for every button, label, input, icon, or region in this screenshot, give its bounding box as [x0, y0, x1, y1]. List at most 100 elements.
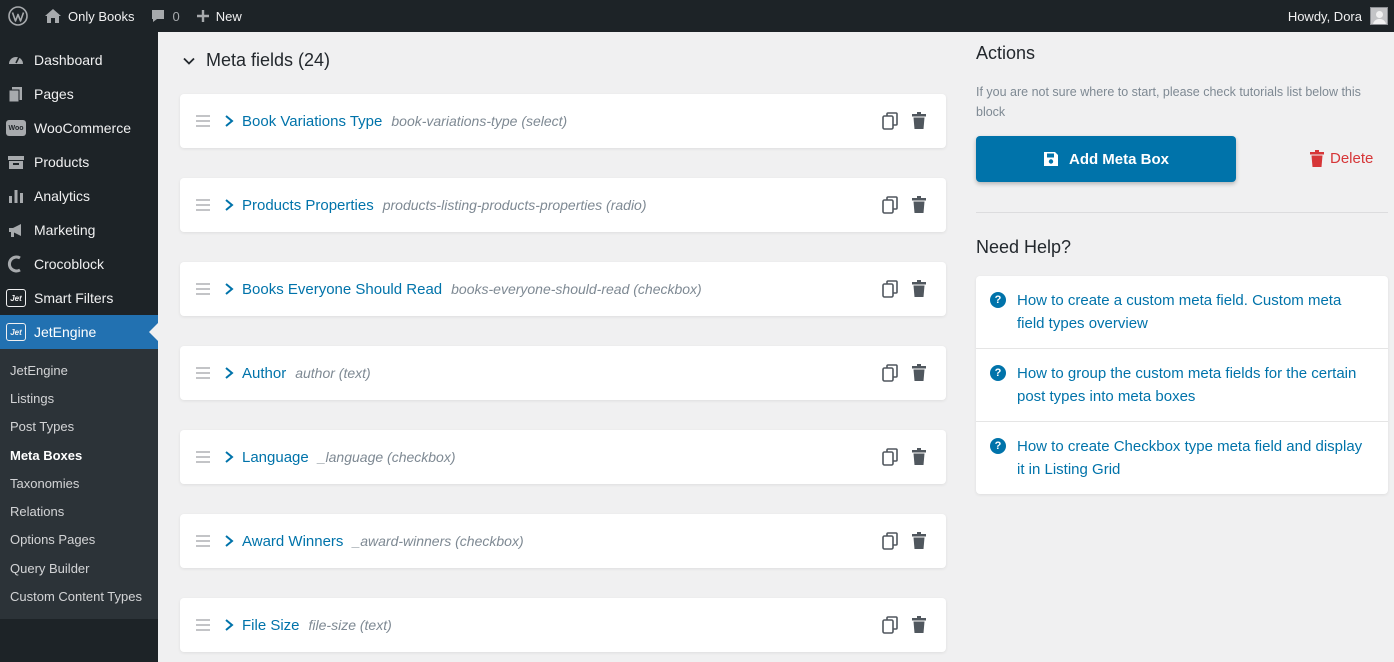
drag-handle-icon[interactable]	[196, 115, 210, 127]
field-name-link[interactable]: Products Properties	[242, 197, 374, 214]
sidebar-item-marketing[interactable]: Marketing	[0, 213, 158, 247]
field-slug: file-size (text)	[308, 617, 392, 633]
meta-field-row: Book Variations Type book-variations-typ…	[180, 94, 946, 148]
add-meta-box-label: Add Meta Box	[1068, 150, 1169, 168]
help-title: Need Help?	[976, 237, 1072, 257]
chevron-right-icon[interactable]	[224, 114, 234, 128]
field-slug: _award-winners (checkbox)	[352, 533, 524, 549]
sidebar-item-products[interactable]: Products	[0, 145, 158, 179]
sidebar-item-dashboard[interactable]: Dashboard	[0, 43, 158, 77]
site-name-link[interactable]: Only Books	[36, 0, 142, 32]
home-icon	[44, 8, 62, 24]
sidebar-item-smart-filters[interactable]: Jet Smart Filters	[0, 281, 158, 315]
help-link[interactable]: ? How to create Checkbox type meta field…	[976, 422, 1388, 494]
field-slug: author (text)	[295, 365, 371, 381]
meta-field-row: Books Everyone Should Read books-everyon…	[180, 262, 946, 316]
trash-icon[interactable]	[912, 112, 926, 130]
submenu-item-taxonomies[interactable]: Taxonomies	[0, 469, 158, 497]
copy-icon[interactable]	[882, 532, 898, 550]
trash-icon[interactable]	[912, 532, 926, 550]
help-links: ? How to create a custom meta field. Cus…	[976, 276, 1388, 494]
sidebar-item-label: Marketing	[34, 222, 96, 238]
sidebar-item-label: Pages	[34, 86, 74, 102]
wordpress-logo-button[interactable]	[0, 0, 36, 32]
crocoblock-icon	[6, 254, 26, 274]
delete-button[interactable]: Delete	[1310, 146, 1373, 170]
question-icon: ?	[990, 438, 1006, 454]
copy-icon[interactable]	[882, 196, 898, 214]
sidebar-item-label: Crocoblock	[34, 256, 105, 272]
admin-bar: Only Books 0 New Howdy, Dora	[0, 0, 1394, 32]
save-icon	[1043, 151, 1059, 167]
chevron-right-icon[interactable]	[224, 366, 234, 380]
drag-handle-icon[interactable]	[196, 367, 210, 379]
pages-icon	[6, 84, 26, 104]
meta-field-row: Award Winners _award-winners (checkbox)	[180, 514, 946, 568]
copy-icon[interactable]	[882, 280, 898, 298]
sidebar-item-label: WooCommerce	[34, 120, 131, 136]
submenu-item-meta-boxes[interactable]: Meta Boxes	[0, 441, 158, 469]
field-name-link[interactable]: Award Winners	[242, 533, 343, 550]
submenu-item-options-pages[interactable]: Options Pages	[0, 526, 158, 554]
help-link[interactable]: ? How to group the custom meta fields fo…	[976, 349, 1388, 422]
chevron-right-icon[interactable]	[224, 282, 234, 296]
field-name-link[interactable]: Author	[242, 365, 286, 382]
drag-handle-icon[interactable]	[196, 283, 210, 295]
sidebar-item-crocoblock[interactable]: Crocoblock	[0, 247, 158, 281]
sidebar-item-pages[interactable]: Pages	[0, 77, 158, 111]
products-icon	[6, 152, 26, 172]
trash-icon	[1310, 149, 1324, 167]
chevron-right-icon[interactable]	[224, 534, 234, 548]
meta-field-row: Language _language (checkbox)	[180, 430, 946, 484]
submenu-item-query-builder[interactable]: Query Builder	[0, 554, 158, 582]
delete-label: Delete	[1330, 149, 1374, 167]
sidebar-item-label: Smart Filters	[34, 290, 114, 306]
jet-icon: Jet	[6, 288, 26, 308]
question-icon: ?	[990, 365, 1006, 381]
submenu-item-post-types[interactable]: Post Types	[0, 413, 158, 441]
help-link-text: How to create a custom meta field. Custo…	[1017, 292, 1342, 332]
drag-handle-icon[interactable]	[196, 535, 210, 547]
drag-handle-icon[interactable]	[196, 619, 210, 631]
trash-icon[interactable]	[912, 616, 926, 634]
copy-icon[interactable]	[882, 364, 898, 382]
megaphone-icon	[6, 220, 26, 240]
plus-icon	[196, 9, 210, 23]
site-name: Only Books	[68, 8, 135, 24]
copy-icon[interactable]	[882, 448, 898, 466]
help-link[interactable]: ? How to create a custom meta field. Cus…	[976, 276, 1388, 349]
meta-field-row: File Size file-size (text)	[180, 598, 946, 652]
account-menu[interactable]: Howdy, Dora	[1280, 0, 1388, 32]
drag-handle-icon[interactable]	[196, 199, 210, 211]
chevron-right-icon[interactable]	[224, 198, 234, 212]
field-name-link[interactable]: Book Variations Type	[242, 113, 382, 130]
copy-icon[interactable]	[882, 112, 898, 130]
chevron-right-icon[interactable]	[224, 450, 234, 464]
analytics-icon	[6, 186, 26, 206]
trash-icon[interactable]	[912, 280, 926, 298]
field-name-link[interactable]: Books Everyone Should Read	[242, 281, 442, 298]
drag-handle-icon[interactable]	[196, 451, 210, 463]
trash-icon[interactable]	[912, 448, 926, 466]
trash-icon[interactable]	[912, 196, 926, 214]
field-name-link[interactable]: File Size	[242, 617, 300, 634]
chevron-right-icon[interactable]	[224, 618, 234, 632]
submenu-item-custom-content-types[interactable]: Custom Content Types	[0, 582, 158, 610]
meta-fields-toggle[interactable]: Meta fields (24)	[182, 50, 330, 71]
sidebar-item-jetengine[interactable]: Jet JetEngine	[0, 315, 158, 349]
new-content-link[interactable]: New	[188, 0, 250, 32]
submenu-item-relations[interactable]: Relations	[0, 497, 158, 525]
sidebar-item-woocommerce[interactable]: Woo WooCommerce	[0, 111, 158, 145]
jetengine-submenu: JetEngine Listings Post Types Meta Boxes…	[0, 349, 158, 619]
trash-icon[interactable]	[912, 364, 926, 382]
sidebar-item-label: JetEngine	[34, 324, 97, 340]
field-slug: _language (checkbox)	[317, 449, 456, 465]
divider	[976, 212, 1388, 213]
add-meta-box-button[interactable]: Add Meta Box	[976, 136, 1236, 182]
field-name-link[interactable]: Language	[242, 449, 309, 466]
submenu-item-jetengine[interactable]: JetEngine	[0, 356, 158, 384]
copy-icon[interactable]	[882, 616, 898, 634]
comments-link[interactable]: 0	[142, 0, 187, 32]
sidebar-item-analytics[interactable]: Analytics	[0, 179, 158, 213]
submenu-item-listings[interactable]: Listings	[0, 384, 158, 412]
